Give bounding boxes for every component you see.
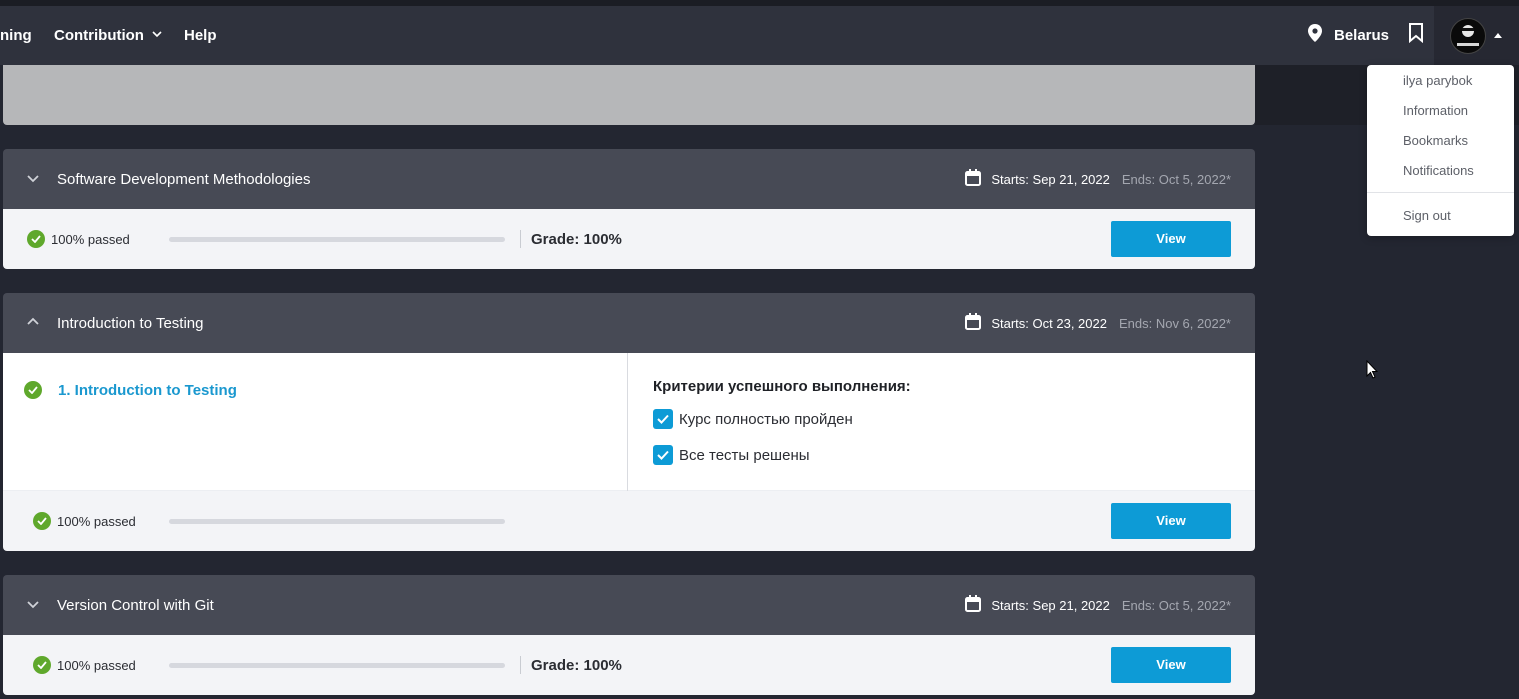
course-header[interactable]: Version Control with Git Starts: Sep 21,… <box>3 575 1255 635</box>
nav-contribution-label: Contribution <box>54 27 144 44</box>
check-circle-icon <box>27 230 45 248</box>
course-card: Introduction to Testing Starts: Oct 23, … <box>3 293 1255 551</box>
divider <box>520 230 521 248</box>
progress-bar <box>169 518 505 524</box>
view-button[interactable]: View <box>1111 503 1231 539</box>
course-dates: Starts: Oct 23, 2022 Ends: Nov 6, 2022* <box>965 313 1231 333</box>
user-dropdown-menu: ilya parybok Information Bookmarks Notif… <box>1367 65 1514 236</box>
course-title: Introduction to Testing <box>57 314 204 332</box>
criteria-title: Критерии успешного выполнения: <box>653 378 911 395</box>
location-selector[interactable]: Belarus <box>1308 6 1389 65</box>
nav-item-partial[interactable]: ning <box>0 27 32 44</box>
menu-item-notifications[interactable]: Notifications <box>1403 163 1474 178</box>
checkbox-checked-icon <box>653 445 673 465</box>
course-footer: 100% passed Grade: 100% View <box>3 209 1255 269</box>
top-navbar: ning Contribution Help Belarus <box>0 6 1519 65</box>
lesson-link[interactable]: 1. Introduction to Testing <box>58 382 237 399</box>
passed-status: 100% passed <box>27 656 136 674</box>
course-title: Version Control with Git <box>57 596 214 614</box>
passed-label: 100% passed <box>57 657 136 673</box>
end-date: Ends: Nov 6, 2022* <box>1118 315 1231 331</box>
criteria-label: Все тесты решены <box>679 446 810 464</box>
divider <box>520 656 521 674</box>
passed-label: 100% passed <box>57 513 136 529</box>
caret-up-icon <box>1494 33 1502 38</box>
course-body: 1. Introduction to Testing Критерии успе… <box>3 353 1255 491</box>
menu-item-username[interactable]: ilya parybok <box>1403 73 1472 88</box>
chevron-up-icon[interactable] <box>25 314 41 330</box>
progress-bar <box>169 662 505 668</box>
course-footer: 100% passed View <box>3 491 1255 551</box>
view-button[interactable]: View <box>1111 221 1231 257</box>
criteria-label: Курс полностью пройден <box>679 410 853 428</box>
menu-item-information[interactable]: Information <box>1403 103 1468 118</box>
chevron-down-icon <box>152 29 162 41</box>
course-title: Software Development Methodologies <box>57 170 311 188</box>
course-card: Software Development Methodologies Start… <box>3 149 1255 269</box>
user-menu-toggle[interactable] <box>1434 6 1519 65</box>
collapsed-content-panel <box>3 65 1255 125</box>
chevron-down-icon[interactable] <box>25 170 41 186</box>
calendar-icon <box>965 595 982 615</box>
end-date: Ends: Oct 5, 2022* <box>1121 171 1231 187</box>
nav-item-contribution[interactable]: Contribution <box>54 27 162 44</box>
location-label: Belarus <box>1334 27 1390 44</box>
passed-status: 100% passed <box>27 512 136 530</box>
check-circle-icon <box>24 381 42 399</box>
mouse-pointer-icon <box>1366 359 1379 384</box>
criteria-item: Все тесты решены <box>653 445 911 465</box>
checkbox-checked-icon <box>653 409 673 429</box>
map-pin-icon <box>1308 24 1322 47</box>
check-circle-icon <box>33 656 51 674</box>
calendar-icon <box>965 313 982 333</box>
bookmark-icon <box>1408 23 1424 48</box>
passed-label: 100% passed <box>51 231 130 247</box>
course-header[interactable]: Software Development Methodologies Start… <box>3 149 1255 209</box>
grade-label: Grade: 100% <box>531 230 622 248</box>
lesson-item: 1. Introduction to Testing <box>24 381 237 399</box>
start-date: Starts: Sep 21, 2022 <box>991 171 1110 187</box>
course-dates: Starts: Sep 21, 2022 Ends: Oct 5, 2022* <box>965 595 1231 615</box>
course-dates: Starts: Sep 21, 2022 Ends: Oct 5, 2022* <box>965 169 1231 189</box>
start-date: Starts: Sep 21, 2022 <box>991 597 1110 613</box>
lesson-list: 1. Introduction to Testing <box>3 353 628 491</box>
calendar-icon <box>965 169 982 189</box>
grade-label: Grade: 100% <box>531 656 622 674</box>
passed-status: 100% passed <box>27 230 130 248</box>
menu-item-sign-out[interactable]: Sign out <box>1403 208 1451 223</box>
view-button[interactable]: View <box>1111 647 1231 683</box>
bookmarks-button[interactable] <box>1408 6 1424 65</box>
progress-bar <box>169 236 505 242</box>
menu-item-bookmarks[interactable]: Bookmarks <box>1403 133 1468 148</box>
end-date: Ends: Oct 5, 2022* <box>1121 597 1231 613</box>
course-footer: 100% passed Grade: 100% View <box>3 635 1255 695</box>
course-header[interactable]: Introduction to Testing Starts: Oct 23, … <box>3 293 1255 353</box>
start-date: Starts: Oct 23, 2022 <box>991 315 1107 331</box>
menu-divider <box>1367 192 1514 193</box>
course-card: Version Control with Git Starts: Sep 21,… <box>3 575 1255 695</box>
avatar <box>1450 17 1486 54</box>
success-criteria: Критерии успешного выполнения: Курс полн… <box>653 378 911 465</box>
criteria-item: Курс полностью пройден <box>653 409 911 429</box>
check-circle-icon <box>33 512 51 530</box>
nav-item-help[interactable]: Help <box>184 27 217 44</box>
chevron-down-icon[interactable] <box>25 596 41 612</box>
